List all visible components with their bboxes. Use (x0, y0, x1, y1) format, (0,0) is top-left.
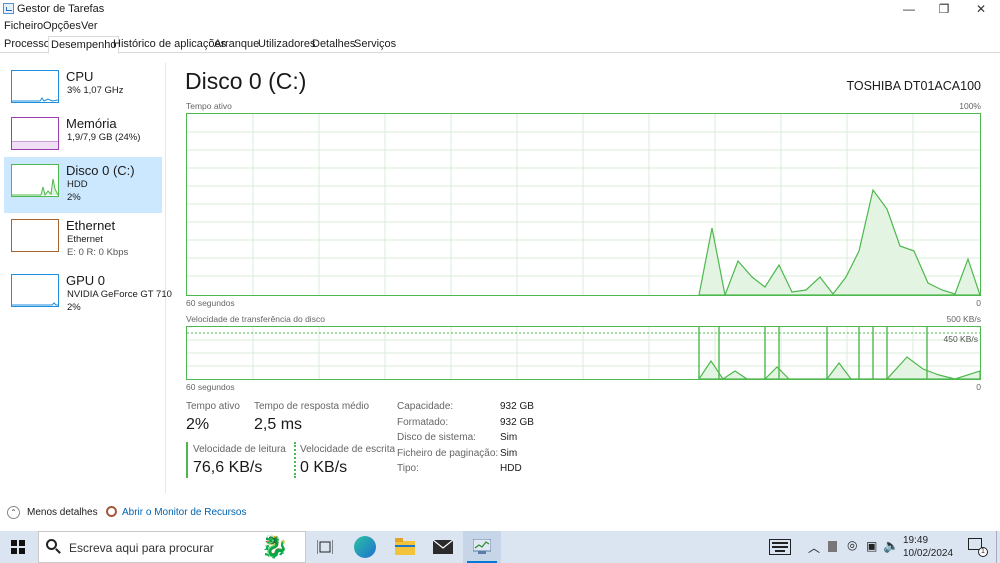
sidebar-item-gpu[interactable]: GPU 0 NVIDIA GeForce GT 710 2% (4, 267, 172, 323)
graph2-label: Velocidade de transferência do disco (186, 314, 325, 324)
system-disk-label: Disco de sistema: (397, 432, 476, 443)
capacity-value: 932 GB (500, 401, 534, 412)
menu-opcoes[interactable]: Opções (43, 20, 81, 32)
graph1-max: 100% (959, 101, 981, 111)
keyboard-icon[interactable] (769, 539, 791, 555)
task-manager-icon (3, 3, 14, 14)
task-manager-taskbar-button[interactable] (463, 531, 501, 563)
sidebar-item-detail: 3% 1,07 GHz (67, 85, 124, 96)
tab-desempenho[interactable]: Desempenho (48, 36, 120, 54)
edge-browser-icon[interactable] (354, 536, 376, 558)
response-time-label: Tempo de resposta médio (254, 401, 370, 412)
sidebar-item-detail: 2% (67, 192, 81, 203)
sidebar-item-label: GPU 0 (66, 273, 106, 288)
page-title: Disco 0 (C:) (185, 68, 307, 94)
sidebar-item-label: Ethernet (66, 218, 116, 233)
graph1-time: 60 segundos (186, 298, 235, 308)
taskbar: Escreva aqui para procurar 🐉 ︿ ◎ ▣ 🔈 19:… (0, 531, 1000, 563)
performance-sidebar: CPU 3% 1,07 GHz Memória 1,9/7,9 GB (24%)… (0, 63, 172, 493)
close-button[interactable]: ✕ (963, 0, 999, 20)
taskbar-search-box[interactable]: Escreva aqui para procurar 🐉 (38, 531, 306, 563)
search-placeholder: Escreva aqui para procurar (69, 541, 214, 555)
page-file-value: Sim (500, 448, 518, 459)
tab-utilizadores[interactable]: Utilizadores (256, 36, 317, 53)
graph2-marker: 450 KB/s (943, 334, 979, 344)
camera-icon[interactable]: ◎ (847, 538, 857, 552)
graph1-label: Tempo ativo (186, 101, 232, 111)
task-manager-icon (473, 539, 491, 554)
menu-ficheiro[interactable]: Ficheiro (4, 20, 43, 32)
network-icon[interactable]: ▣ (866, 539, 877, 553)
sidebar-item-disco[interactable]: Disco 0 (C:) HDD 2% (4, 157, 162, 213)
sidebar-item-ethernet[interactable]: Ethernet Ethernet E: 0 R: 0 Kbps (4, 212, 162, 268)
write-speed-indicator (294, 442, 296, 478)
file-explorer-icon[interactable] (395, 538, 415, 556)
formatted-value: 932 GB (500, 417, 534, 428)
ethernet-mini-graph (11, 219, 59, 252)
graph1-min: 0 (976, 298, 981, 308)
transfer-rate-graph: 450 KB/s (186, 326, 981, 380)
type-value: HDD (500, 463, 522, 474)
cpu-mini-graph (11, 70, 59, 103)
volume-icon[interactable]: 🔈 (883, 538, 899, 554)
memory-mini-graph (11, 117, 59, 150)
sidebar-item-detail: 2% (67, 302, 81, 313)
title-bar: Gestor de Tarefas — ❐ ✕ (0, 0, 1000, 20)
sidebar-item-detail: Ethernet (67, 234, 103, 245)
read-speed-indicator (186, 442, 188, 478)
disk-model: TOSHIBA DT01ACA100 (846, 79, 981, 93)
capacity-label: Capacidade: (397, 401, 454, 412)
resource-monitor-icon (106, 506, 117, 517)
menu-ver[interactable]: Ver (81, 20, 98, 32)
task-view-icon[interactable] (317, 540, 333, 554)
clock-date[interactable]: 10/02/2024 (903, 548, 953, 559)
search-icon-handle (55, 548, 61, 554)
tab-historico[interactable]: Histórico de aplicações (111, 36, 228, 53)
response-time-value: 2,5 ms (254, 416, 303, 433)
resource-monitor-link[interactable]: Abrir o Monitor de Recursos (122, 507, 247, 518)
sidebar-item-detail: 1,9/7,9 GB (24%) (67, 132, 141, 143)
sidebar-item-label: Disco 0 (C:) (66, 163, 135, 178)
graph2-max: 500 KB/s (946, 314, 982, 324)
graph2-time: 60 segundos (186, 382, 235, 392)
sidebar-item-detail: HDD (67, 179, 88, 190)
sidebar-item-label: Memória (66, 116, 117, 131)
active-time-label: Tempo ativo (186, 401, 240, 412)
graph2-min: 0 (976, 382, 981, 392)
write-speed-label: Velocidade de escrita (300, 444, 396, 455)
active-time-value: 2% (186, 416, 210, 433)
show-desktop-button[interactable] (996, 531, 1000, 563)
sidebar-item-detail: NVIDIA GeForce GT 710 (67, 289, 172, 300)
page-file-label: Ficheiro de paginação: (397, 448, 499, 459)
chevron-up-icon[interactable]: ⌃ (7, 506, 20, 519)
tab-servicos[interactable]: Serviços (352, 36, 398, 53)
system-disk-value: Sim (500, 432, 518, 443)
minimize-button[interactable]: — (891, 0, 927, 20)
windows-start-icon[interactable] (11, 540, 25, 554)
gpu-mini-graph (11, 274, 59, 307)
active-time-graph (186, 113, 981, 296)
window-title: Gestor de Tarefas (17, 3, 105, 15)
sidebar-item-label: CPU (66, 69, 94, 84)
tray-app-icon[interactable] (828, 541, 837, 552)
type-label: Tipo: (397, 463, 419, 474)
chevron-up-icon[interactable]: ︿ (808, 539, 820, 556)
footer: ⌃ Menos detalhes Abrir o Monitor de Recu… (0, 500, 1000, 526)
tab-bar: Processos Desempenho Histórico de aplica… (0, 36, 1000, 54)
sidebar-item-detail: E: 0 R: 0 Kbps (67, 247, 129, 258)
maximize-button[interactable]: ❐ (926, 0, 962, 20)
dragon-new-year-icon[interactable]: 🐉 (261, 534, 288, 560)
notification-count-badge: 1 (978, 547, 988, 557)
mail-icon[interactable] (433, 540, 453, 554)
read-speed-value: 76,6 KB/s (193, 459, 263, 476)
clock-time[interactable]: 19:49 (903, 535, 928, 546)
formatted-label: Formatado: (397, 417, 449, 428)
less-details-link[interactable]: Menos detalhes (27, 507, 98, 518)
read-speed-label: Velocidade de leitura (193, 444, 286, 455)
tab-detalhes[interactable]: Detalhes (310, 36, 357, 53)
menu-bar: Ficheiro Opções Ver (0, 19, 1000, 36)
tab-arranque[interactable]: Arranque (212, 36, 261, 53)
write-speed-value: 0 KB/s (300, 459, 348, 476)
disk-mini-graph (11, 164, 59, 197)
